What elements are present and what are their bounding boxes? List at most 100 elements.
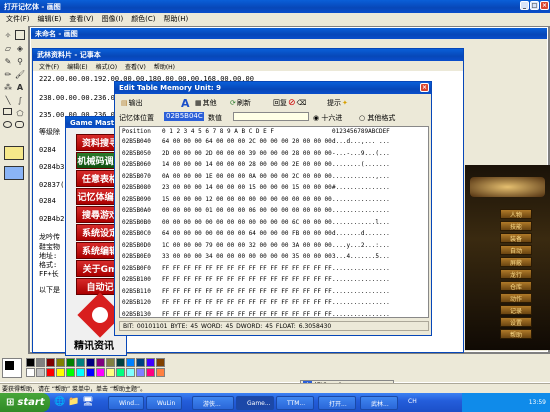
- task-button[interactable]: TTM...: [276, 396, 314, 410]
- start-button[interactable]: ⊞ start: [0, 393, 50, 412]
- value-input[interactable]: [233, 112, 309, 121]
- color-swatch[interactable]: [146, 368, 155, 377]
- text-icon[interactable]: A: [15, 82, 25, 92]
- notepad-line[interactable]: FF+长: [39, 269, 59, 279]
- notepad-line[interactable]: 等级除: [39, 127, 60, 137]
- menu-file[interactable]: 文件(F): [6, 14, 30, 24]
- row-hex[interactable]: 0A 00 00 00 1E 00 00 00 0A 00 00 00 2C 0…: [162, 173, 332, 180]
- task-button[interactable]: 游侠...: [192, 396, 234, 410]
- polygon-icon[interactable]: ⬠: [15, 108, 25, 118]
- address-input[interactable]: 02B5B04C: [164, 112, 204, 121]
- ellipse-icon[interactable]: [3, 121, 12, 128]
- desktop-icon-1[interactable]: [4, 146, 24, 160]
- other-tool[interactable]: ▦ 其他: [195, 96, 217, 110]
- color-swatch[interactable]: [76, 358, 85, 367]
- notepad-line[interactable]: 0284b3: [39, 163, 64, 171]
- magnifier-icon[interactable]: ⚲: [15, 56, 25, 66]
- np-menu-format[interactable]: 格式(O): [96, 62, 117, 71]
- quicklaunch-icons[interactable]: 🌐 📁 🖥: [54, 397, 94, 407]
- menu-colors[interactable]: 颜色(C): [131, 14, 155, 24]
- np-menu-view[interactable]: 查看(V): [125, 62, 146, 71]
- rectangle-icon[interactable]: [3, 108, 12, 115]
- row-hex[interactable]: 33 00 00 00 34 00 00 00 00 00 00 00 35 0…: [162, 253, 332, 260]
- notepad-line[interactable]: 龙吟传: [39, 232, 60, 242]
- np-menu-file[interactable]: 文件(F): [39, 62, 59, 71]
- row-hex[interactable]: 15 00 00 00 12 00 00 00 00 00 00 00 00 0…: [162, 196, 332, 203]
- menu-help[interactable]: 帮助(H): [164, 14, 189, 24]
- row-hex[interactable]: FF FF FF FF FF FF FF FF FF FF FF FF FF F…: [162, 276, 332, 283]
- color-swatch[interactable]: [106, 368, 115, 377]
- color-swatch[interactable]: [156, 368, 165, 377]
- color-swatch[interactable]: [26, 368, 35, 377]
- maximize-icon[interactable]: □: [530, 1, 539, 10]
- game-side-button[interactable]: 记录: [500, 305, 532, 315]
- color-swatch[interactable]: [106, 358, 115, 367]
- eraser-icon[interactable]: ▱: [3, 43, 13, 53]
- game-side-button[interactable]: 人物: [500, 209, 532, 219]
- game-side-button[interactable]: 动作: [500, 293, 532, 303]
- close-icon[interactable]: ×: [540, 1, 549, 10]
- task-button[interactable]: 打开...: [318, 396, 356, 410]
- color-swatch[interactable]: [96, 358, 105, 367]
- hint-tool[interactable]: 提示 ✦: [327, 96, 348, 110]
- menu-image[interactable]: 图像(I): [102, 14, 124, 24]
- mem-close-icon[interactable]: ×: [420, 83, 429, 92]
- row-hex[interactable]: 2D 00 00 00 2D 00 00 00 39 00 00 00 28 0…: [162, 150, 332, 157]
- row-hex[interactable]: 14 00 00 00 14 00 00 00 28 00 00 00 2E 0…: [162, 161, 332, 168]
- row-hex[interactable]: FF FF FF FF FF FF FF FF FF FF FF FF FF F…: [162, 265, 332, 272]
- lang-indicator[interactable]: CH: [408, 398, 417, 405]
- np-menu-help[interactable]: 帮助(H): [154, 62, 175, 71]
- color-swatch[interactable]: [86, 358, 95, 367]
- color-swatch[interactable]: [56, 358, 65, 367]
- notepad-line[interactable]: 02B4b2: [39, 215, 64, 223]
- game-side-button[interactable]: 龙行: [500, 269, 532, 279]
- color-swatch[interactable]: [96, 368, 105, 377]
- color-swatch[interactable]: [126, 368, 135, 377]
- current-color[interactable]: [2, 358, 22, 378]
- game-side-button[interactable]: 屏蔽: [500, 257, 532, 267]
- row-hex[interactable]: 1C 00 00 00 79 00 00 00 32 00 00 00 3A 0…: [162, 242, 332, 249]
- rounded-rect-icon[interactable]: [15, 121, 24, 128]
- color-swatch[interactable]: [136, 368, 145, 377]
- game-side-button[interactable]: 帮助: [500, 329, 532, 339]
- row-hex[interactable]: FF FF FF FF FF FF FF FF FF FF FF FF FF F…: [162, 311, 332, 318]
- row-hex[interactable]: 00 00 00 00 01 00 00 00 06 00 00 00 00 0…: [162, 207, 332, 214]
- color-swatch[interactable]: [136, 358, 145, 367]
- row-hex[interactable]: FF FF FF FF FF FF FF FF FF FF FF FF FF F…: [162, 299, 332, 306]
- free-select-icon[interactable]: ✧: [3, 30, 13, 40]
- color-swatch[interactable]: [126, 358, 135, 367]
- minimize-icon[interactable]: _: [520, 1, 529, 10]
- task-button[interactable]: Game...: [236, 396, 274, 410]
- row-hex[interactable]: 00 00 00 00 00 00 00 00 00 00 00 00 6C 0…: [162, 219, 332, 226]
- pencil-icon[interactable]: ✏: [3, 69, 13, 79]
- radio-other[interactable]: ○ 其他格式: [359, 113, 395, 123]
- color-swatch[interactable]: [56, 368, 65, 377]
- color-swatch[interactable]: [146, 358, 155, 367]
- np-menu-edit[interactable]: 编辑(E): [67, 62, 87, 71]
- color-swatch[interactable]: [66, 358, 75, 367]
- color-swatch[interactable]: [66, 368, 75, 377]
- color-swatch[interactable]: [76, 368, 85, 377]
- color-swatch[interactable]: [156, 358, 165, 367]
- rect-select-icon[interactable]: [15, 30, 25, 40]
- game-side-button[interactable]: 自动: [500, 245, 532, 255]
- color-swatch[interactable]: [116, 358, 125, 367]
- color-swatch[interactable]: [86, 368, 95, 377]
- task-button[interactable]: WuLin: [146, 396, 182, 410]
- row-hex[interactable]: 64 00 00 00 64 00 00 00 2C 00 00 00 20 0…: [162, 138, 332, 145]
- task-button[interactable]: Wind...: [108, 396, 144, 410]
- radio-hex[interactable]: ◉ 十六进: [313, 113, 342, 123]
- brush-icon[interactable]: 🖌: [15, 69, 25, 79]
- menu-view[interactable]: 查看(V): [69, 14, 93, 24]
- export-tool[interactable]: ▤ 输出: [121, 96, 143, 110]
- notepad-line[interactable]: 以下是: [39, 285, 60, 295]
- airbrush-icon[interactable]: ⁂: [3, 82, 13, 92]
- curve-icon[interactable]: ∫: [15, 95, 25, 105]
- restore-tool[interactable]: 回复 ⊘ ⌫: [273, 96, 306, 110]
- color-swatch[interactable]: [36, 368, 45, 377]
- game-side-button[interactable]: 装备: [500, 233, 532, 243]
- notepad-line[interactable]: 238.00.00.00.236.00: [39, 94, 119, 102]
- desktop-icon-2[interactable]: [4, 166, 24, 180]
- refresh-tool[interactable]: ⟳ 刷新: [230, 96, 251, 110]
- notepad-line[interactable]: 0284: [39, 146, 56, 154]
